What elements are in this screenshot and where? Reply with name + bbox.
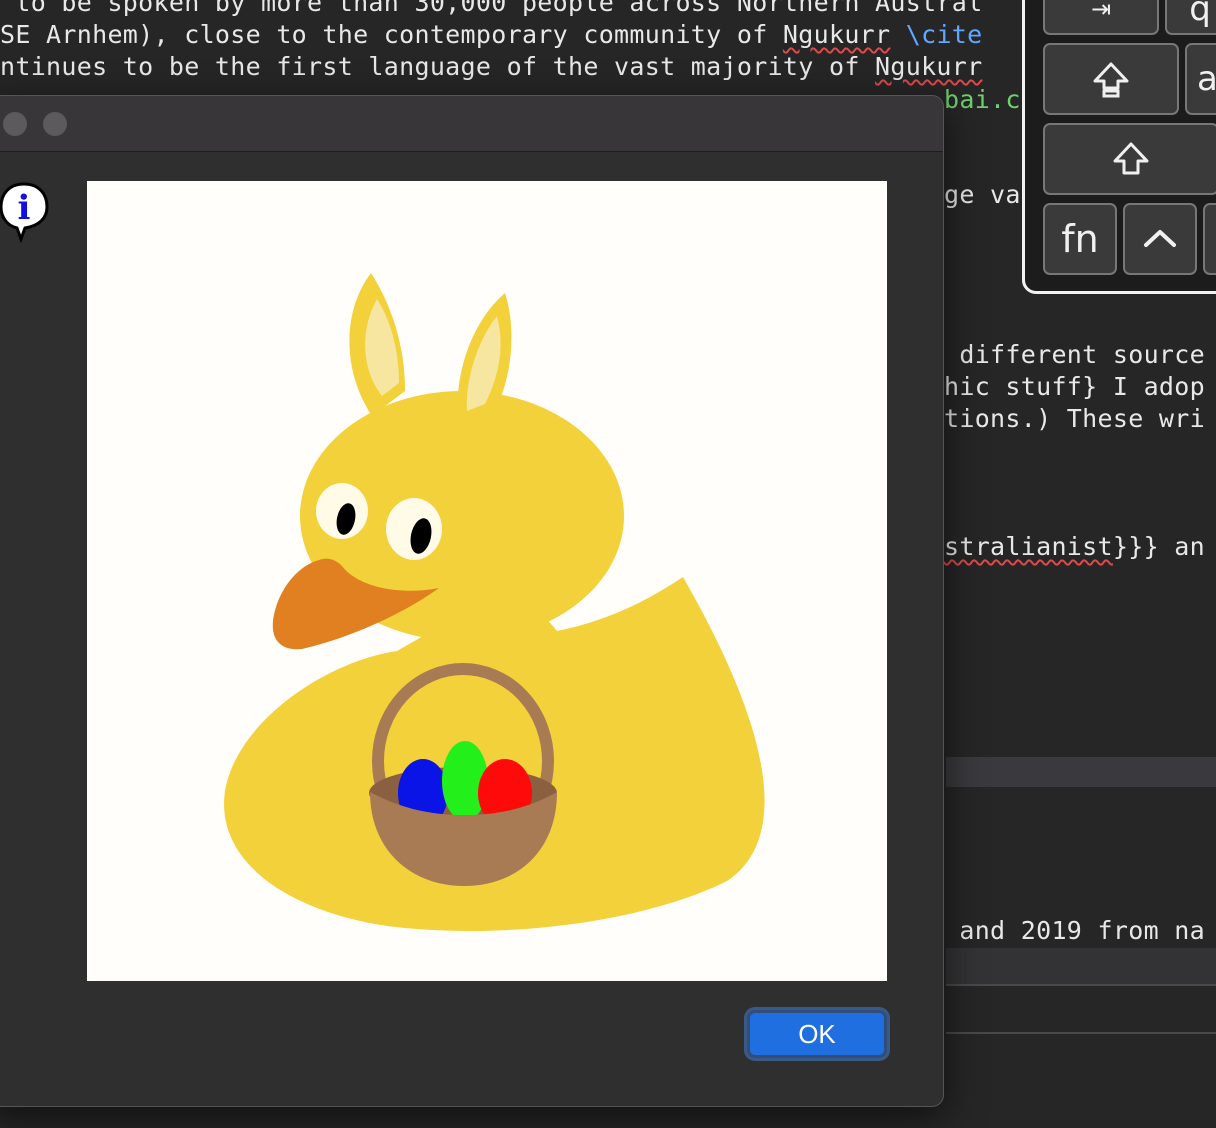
code-line-1: to be spoken by more than 30,000 people … (0, 0, 983, 17)
code-fragment: different source (944, 340, 1205, 369)
control-icon (1144, 230, 1176, 247)
code-line-2: SE Arnhem), close to the contemporary co… (0, 20, 983, 49)
shift-key[interactable] (1043, 123, 1216, 195)
editor-panel-bar (946, 948, 1216, 984)
q-key[interactable]: q (1165, 0, 1216, 35)
dialog-titlebar[interactable] (0, 96, 943, 152)
caps-lock-key[interactable] (1043, 43, 1179, 115)
code-line-3: ntinues to be the first language of the … (0, 52, 983, 81)
option-key[interactable] (1203, 203, 1216, 275)
editor-panel-bar (946, 757, 1216, 787)
close-window-button[interactable] (3, 112, 27, 136)
shift-icon (1113, 142, 1149, 175)
duck-illustration (224, 273, 765, 931)
keyboard-viewer: ⇥ q a fn (1022, 0, 1216, 294)
code-fragment-tail: }}} an (1112, 532, 1205, 561)
caps-lock-icon (1093, 62, 1129, 98)
code-line-2-text: SE Arnhem), close to the contemporary co… (0, 20, 783, 49)
divider (946, 984, 1216, 986)
code-fragment: tions.) These wri (944, 404, 1205, 433)
tab-key[interactable]: ⇥ (1043, 0, 1159, 35)
misspelled-word: Ngukurr (875, 52, 983, 81)
code-fragment: hic stuff} I adop (944, 372, 1205, 401)
a-key[interactable]: a (1185, 43, 1216, 115)
misspelled-word: Ngukurr (782, 20, 891, 49)
fn-key[interactable]: fn (1043, 203, 1117, 275)
control-key[interactable] (1123, 203, 1197, 275)
ok-button[interactable]: OK (747, 1010, 887, 1058)
alert-dialog: i OK (0, 95, 944, 1107)
info-icon: i (0, 181, 49, 244)
info-glyph: i (18, 188, 31, 228)
easter-duck-image (87, 181, 887, 981)
code-link-fragment: bai.c (944, 85, 1021, 114)
code-line-3-text: ntinues to be the first language of the … (0, 52, 876, 81)
cite-command: \cite (890, 20, 983, 49)
divider (946, 1032, 1216, 1034)
code-fragment: ge va (944, 180, 1021, 209)
misspelled-word: stralianist (944, 532, 1113, 561)
minimize-window-button[interactable] (43, 112, 67, 136)
code-fragment: stralianist}}} an (944, 532, 1205, 561)
code-fragment: and 2019 from na (944, 916, 1205, 945)
